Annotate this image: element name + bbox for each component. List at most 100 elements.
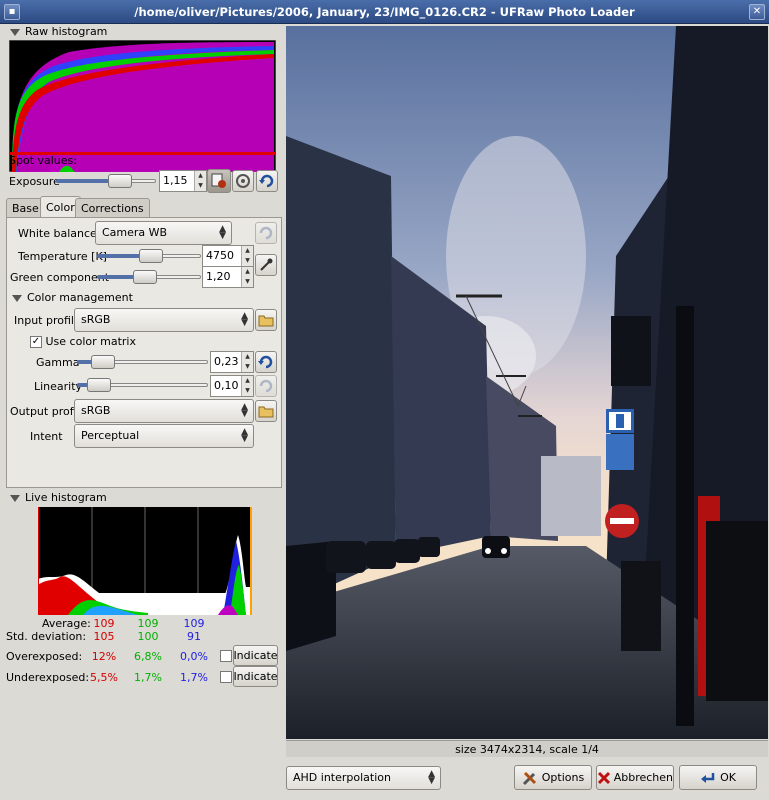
underexposed-indicate-checkbox[interactable] [220,671,232,683]
expander-triangle-icon [12,294,22,302]
cancel-icon [597,771,610,784]
color-management-expander[interactable]: Color management [12,291,133,304]
spin-arrows-icon[interactable]: ▲ ▼ [241,267,253,287]
auto-exposure-button[interactable] [207,169,231,193]
hist-stddev-r: 105 [93,630,115,643]
white-balance-combo[interactable]: Camera WB ▲ ▼ [95,221,232,245]
options-button[interactable]: Options [514,765,592,790]
input-profile-open-button[interactable] [255,309,277,331]
linearity-value: 0,10 [214,379,239,392]
spin-arrows-icon[interactable]: ▲ ▼ [241,376,253,396]
exposure-spin[interactable]: 1,15 ▲ ▼ [159,170,207,192]
linearity-slider[interactable] [77,376,208,394]
raw-histogram-expander[interactable]: Raw histogram [10,25,107,38]
spot-values-label: Spot values: [9,154,77,167]
clip-settings-button[interactable] [232,170,254,192]
close-icon[interactable]: ✕ [749,4,765,20]
green-component-slider[interactable] [97,268,201,286]
hist-average-b: 109 [183,617,205,630]
green-component-spin[interactable]: 1,20 ▲ ▼ [202,266,254,288]
linearity-spin[interactable]: 0,10 ▲ ▼ [210,375,254,397]
folder-icon [258,315,274,327]
eyedropper-icon [260,258,273,271]
left-panel: Raw histogram Spot values: Exposure 1,15… [0,24,284,760]
gamma-value: 0,23 [214,355,239,368]
reset-white-balance-button[interactable] [255,222,277,244]
use-color-matrix-checkbox[interactable]: ✓ [30,336,42,348]
reset-exposure-button[interactable] [256,170,278,192]
green-component-label: Green component [10,271,110,284]
temperature-slider[interactable] [97,247,201,265]
spot-wb-button[interactable] [255,254,277,276]
combo-arrows-icon: ▲ ▼ [219,224,226,241]
exposure-label: Exposure [9,175,60,188]
temperature-spin[interactable]: 4750 ▲ ▼ [202,245,254,267]
tools-icon [522,771,536,785]
output-profile-combo[interactable]: sRGB ▲ ▼ [74,399,254,423]
folder-icon [258,406,274,418]
hist-overexposed-label: Overexposed: [6,650,83,663]
enter-icon [701,772,715,783]
gamma-slider[interactable] [77,353,208,371]
reset-icon [258,355,273,369]
live-histogram-label: Live histogram [25,491,107,504]
exposure-value: 1,15 [163,174,188,187]
hist-overexposed-r: 12% [91,650,117,663]
linearity-label: Linearity [34,380,83,393]
cancel-button[interactable]: Abbrechen [596,765,674,790]
hist-underexposed-r: 5,5% [90,671,118,684]
overexposed-indicate-checkbox[interactable] [220,650,232,662]
input-profile-combo[interactable]: sRGB ▲ ▼ [74,308,254,332]
live-histogram-expander[interactable]: Live histogram [10,491,107,504]
window-titlebar[interactable]: /home/oliver/Pictures/2006, January, 23/… [0,0,769,24]
spin-arrows-icon[interactable]: ▲ ▼ [194,171,206,191]
ok-button[interactable]: OK [679,765,757,790]
intent-value: Perceptual [81,429,140,442]
hist-overexposed-b: 0,0% [180,650,208,663]
use-color-matrix-label: Use color matrix [45,335,137,348]
green-component-value: 1,20 [206,270,231,283]
hist-underexposed-g: 1,7% [134,671,162,684]
input-profile-value: sRGB [81,313,111,326]
expander-triangle-icon [10,494,20,502]
temperature-value: 4750 [206,249,234,262]
gamma-spin[interactable]: 0,23 ▲ ▼ [210,351,254,373]
intent-combo[interactable]: Perceptual ▲ ▼ [74,424,254,448]
hist-average-g: 109 [137,617,159,630]
hist-average-label: Average: [42,617,91,630]
tab-corrections[interactable]: Corrections [75,198,150,218]
combo-arrows-icon: ▲ ▼ [241,402,248,419]
output-profile-value: sRGB [81,404,111,417]
options-label: Options [541,771,585,784]
image-size-status: size 3474x2314, scale 1/4 [286,740,768,757]
underexposed-indicate-button[interactable]: Indicate [233,666,278,687]
image-preview[interactable] [286,26,768,739]
white-balance-label: White balance [18,227,97,240]
reset-gamma-button[interactable] [255,351,277,373]
hist-stddev-label: Std. deviation: [6,630,87,643]
overexposed-indicate-button[interactable]: Indicate [233,645,278,666]
spin-arrows-icon[interactable]: ▲ ▼ [241,352,253,372]
ok-label: OK [720,771,736,784]
combo-arrows-icon: ▲ ▼ [428,769,435,786]
interpolation-combo[interactable]: AHD interpolation ▲ ▼ [286,766,441,790]
input-profile-label: Input profile [14,314,81,327]
temperature-label: Temperature [K] [18,250,107,263]
output-profile-open-button[interactable] [255,400,277,422]
preview-photo [286,26,768,739]
hist-stddev-g: 100 [137,630,159,643]
reset-icon [259,379,273,393]
hist-stddev-b: 91 [187,630,201,643]
exposure-slider[interactable] [56,172,156,190]
intent-label: Intent [30,430,63,443]
tab-base[interactable]: Base [6,198,45,218]
reset-icon [259,226,273,240]
hist-underexposed-b: 1,7% [180,671,208,684]
combo-arrows-icon: ▲ ▼ [241,311,248,328]
expander-triangle-icon [10,28,20,36]
reset-linearity-button[interactable] [255,375,277,397]
window-menu-icon[interactable]: ▪ [4,4,20,20]
use-color-matrix-row[interactable]: ✓ Use color matrix [30,335,136,348]
hist-underexposed-label: Underexposed: [6,671,90,684]
spin-arrows-icon[interactable]: ▲ ▼ [241,246,253,266]
